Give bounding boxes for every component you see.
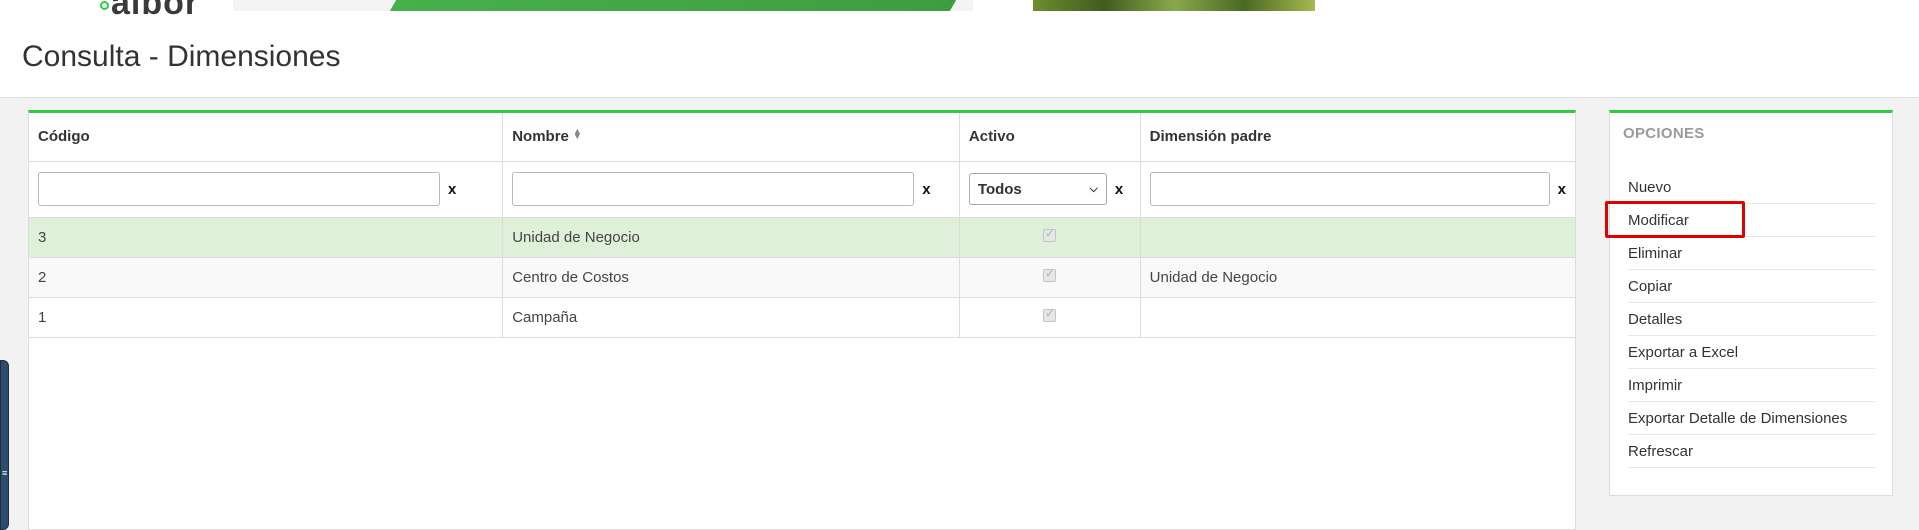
active-checkbox (1043, 267, 1057, 282)
nombre-filter-input[interactable] (512, 172, 915, 206)
grip-icon: ≡ (2, 468, 8, 478)
promo-banner-image[interactable] (233, 0, 1315, 11)
options-title: OPCIONES (1623, 125, 1705, 142)
codigo-filter-input[interactable] (38, 172, 440, 206)
cell-dimension-padre: Unidad de Negocio (1140, 257, 1575, 298)
table-row[interactable]: 3 Unidad de Negocio (29, 217, 1575, 258)
cell-nombre: Campaña (502, 297, 960, 338)
column-header-nombre[interactable]: Nombre ▲ ▼ (502, 113, 960, 162)
cell-codigo: 1 (29, 297, 504, 338)
cell-dimension-padre (1140, 297, 1575, 338)
option-exportar-detalle-dimensiones[interactable]: Exportar Detalle de Dimensiones (1628, 402, 1875, 435)
option-copiar[interactable]: Copiar (1628, 270, 1875, 303)
option-exportar-excel[interactable]: Exportar a Excel (1628, 336, 1875, 369)
sort-icon[interactable]: ▲ ▼ (573, 127, 582, 141)
grid-header-row: Código Nombre ▲ ▼ Activo Dimensión padre (29, 113, 1575, 162)
activo-filter-selected-value: Todos (977, 180, 1022, 198)
clear-activo-filter-button[interactable]: x (1115, 181, 1123, 198)
logo-dot-icon (100, 0, 109, 10)
dimensions-grid: Código Nombre ▲ ▼ Activo Dimensión padre x… (28, 110, 1576, 530)
filter-cell-codigo: x (29, 161, 504, 218)
filter-cell-dimension-padre: x (1140, 161, 1575, 218)
table-row[interactable]: 1 Campaña (29, 297, 1575, 338)
column-header-activo[interactable]: Activo (959, 113, 1141, 162)
cell-nombre: Centro de Costos (502, 257, 960, 298)
cell-codigo: 2 (29, 257, 504, 298)
clear-dimension-padre-filter-button[interactable]: x (1558, 181, 1566, 198)
side-panel-toggle[interactable]: ≡ (0, 360, 9, 530)
column-header-dimension-padre[interactable]: Dimensión padre (1140, 113, 1575, 162)
options-panel: OPCIONES Nuevo Modificar Eliminar Copiar… (1609, 110, 1893, 496)
cell-dimension-padre (1140, 217, 1575, 258)
option-imprimir[interactable]: Imprimir (1628, 369, 1875, 402)
option-detalles[interactable]: Detalles (1628, 303, 1875, 336)
filter-cell-activo: Todos ⌵ x (959, 161, 1141, 218)
cell-nombre: Unidad de Negocio (502, 217, 960, 258)
clear-codigo-filter-button[interactable]: x (448, 181, 456, 198)
page-header: Consulta - Dimensiones (0, 18, 1919, 98)
cell-activo (959, 217, 1141, 258)
activo-filter-select[interactable]: Todos ⌵ (968, 173, 1107, 205)
chevron-down-icon: ⌵ (1089, 182, 1098, 195)
clear-nombre-filter-button[interactable]: x (922, 181, 930, 198)
option-nuevo[interactable]: Nuevo (1628, 171, 1875, 204)
modificar-highlight-box (1605, 201, 1745, 238)
cell-codigo: 3 (29, 217, 504, 258)
top-banner-bar: albor (0, 0, 1919, 20)
filter-cell-nombre: x (502, 161, 960, 218)
table-row[interactable]: 2 Centro de Costos Unidad de Negocio (29, 257, 1575, 298)
option-eliminar[interactable]: Eliminar (1628, 237, 1875, 270)
cell-activo (959, 257, 1141, 298)
column-header-codigo[interactable]: Código (29, 113, 504, 162)
grid-filter-row: x x Todos ⌵ x x (29, 161, 1575, 218)
active-checkbox (1043, 227, 1057, 242)
page-title: Consulta - Dimensiones (22, 40, 341, 73)
cell-activo (959, 297, 1141, 338)
dimension-padre-filter-input[interactable] (1149, 172, 1550, 206)
active-checkbox (1043, 307, 1057, 322)
brand-logo[interactable]: albor (100, 0, 199, 20)
option-refrescar[interactable]: Refrescar (1628, 435, 1875, 468)
